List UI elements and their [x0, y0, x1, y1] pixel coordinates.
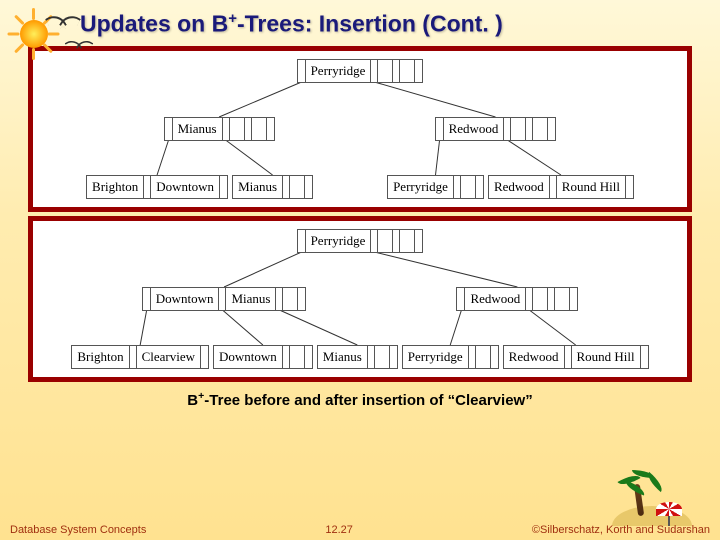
title-post: -Trees: Insertion (Cont. ): [237, 11, 503, 37]
tree-key: Perryridge: [306, 60, 371, 82]
tree-leaf-node: Redwood Round Hill: [488, 175, 634, 199]
tree-key: Downtown: [151, 288, 219, 310]
bird-icon: [67, 39, 91, 49]
tree-key: Redwood: [465, 288, 525, 310]
slide-title: Updates on B+-Trees: Insertion (Cont. ): [0, 0, 720, 44]
footer-left: Database System Concepts: [10, 524, 146, 536]
tree-leaf-node: Downtown: [213, 345, 313, 369]
tree-key: Redwood: [444, 118, 504, 140]
tree-key: Downtown: [151, 176, 219, 198]
tree-key: Round Hill: [572, 346, 640, 368]
palm-decoration: [612, 466, 692, 526]
tree-root-node: Perryridge: [297, 59, 424, 83]
tree-row-leaves: Brighton Clearview Downtown Mianus Perry…: [39, 345, 681, 369]
tree-after-frame: Perryridge Downtown Mianus Redwood Br: [28, 216, 692, 382]
tree-key: Redwood: [489, 176, 549, 198]
tree-key: Redwood: [504, 346, 564, 368]
tree-internal-node: Redwood: [456, 287, 578, 311]
title-superscript: +: [228, 10, 237, 27]
tree-leaf-node: Redwood Round Hill: [503, 345, 649, 369]
caption-pre: B: [187, 392, 198, 409]
tree-leaf-node: Brighton Clearview: [71, 345, 209, 369]
tree-internal-node: Downtown Mianus: [142, 287, 307, 311]
tree-key: Brighton: [72, 346, 128, 368]
footer-page-number: 12.27: [146, 524, 532, 536]
footer-copyright: ©Silberschatz, Korth and Sudarshan: [532, 524, 710, 536]
tree-before-frame: Perryridge Mianus Redwood Brighton Downt…: [28, 46, 692, 212]
tree-key: Mianus: [233, 176, 282, 198]
tree-leaf-node: Mianus: [232, 175, 313, 199]
tree-before: Perryridge Mianus Redwood Brighton Downt…: [39, 59, 681, 199]
tree-key: Perryridge: [306, 230, 371, 252]
tree-key: Mianus: [173, 118, 222, 140]
tree-internal-node: Redwood: [435, 117, 557, 141]
caption: B+-Tree before and after insertion of “C…: [0, 390, 720, 409]
tree-after: Perryridge Downtown Mianus Redwood Br: [39, 229, 681, 369]
footer: Database System Concepts 12.27 ©Silbersc…: [10, 524, 710, 536]
tree-internal-node: Mianus: [164, 117, 275, 141]
tree-key: Perryridge: [403, 346, 468, 368]
tree-root-node: Perryridge: [297, 229, 424, 253]
tree-key: Brighton: [87, 176, 143, 198]
tree-key: Downtown: [214, 346, 282, 368]
tree-key: Mianus: [226, 288, 275, 310]
tree-key: Perryridge: [388, 176, 453, 198]
tree-key: Round Hill: [557, 176, 625, 198]
tree-leaf-node: Brighton Downtown: [86, 175, 228, 199]
title-pre: Updates on B: [80, 11, 228, 37]
tree-leaf-node: Perryridge: [387, 175, 484, 199]
sun-icon: [6, 6, 54, 54]
tree-leaf-node: Perryridge: [402, 345, 499, 369]
tree-key: Clearview: [137, 346, 200, 368]
tree-key: Mianus: [318, 346, 367, 368]
bird-icon: [48, 14, 78, 26]
caption-post: -Tree before and after insertion of “Cle…: [204, 392, 532, 409]
tree-leaf-node: Mianus: [317, 345, 398, 369]
